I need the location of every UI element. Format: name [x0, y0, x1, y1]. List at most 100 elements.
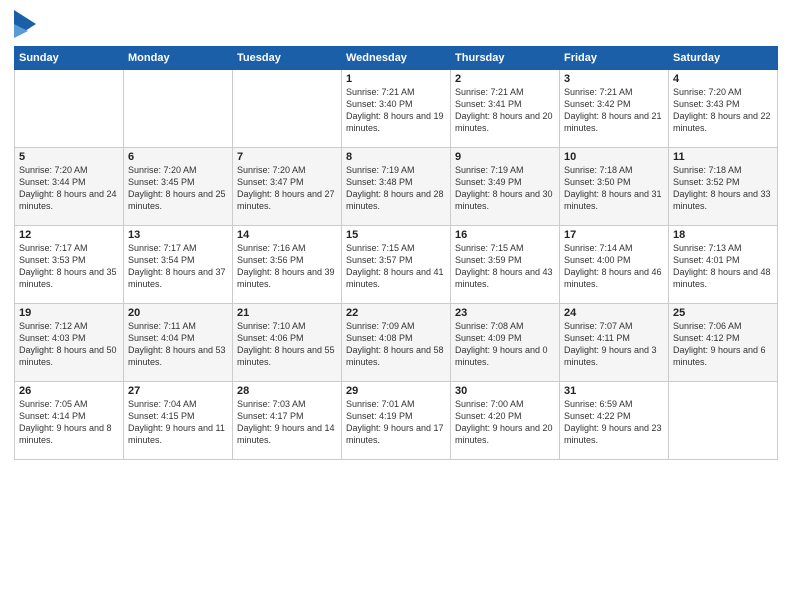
day-info: Sunrise: 7:15 AM Sunset: 3:59 PM Dayligh… [455, 242, 555, 291]
day-cell: 24Sunrise: 7:07 AM Sunset: 4:11 PM Dayli… [560, 304, 669, 382]
header [14, 10, 778, 38]
day-number: 21 [237, 307, 337, 319]
day-cell: 27Sunrise: 7:04 AM Sunset: 4:15 PM Dayli… [124, 382, 233, 460]
day-cell: 31Sunrise: 6:59 AM Sunset: 4:22 PM Dayli… [560, 382, 669, 460]
week-row-2: 5Sunrise: 7:20 AM Sunset: 3:44 PM Daylig… [15, 148, 778, 226]
day-cell: 2Sunrise: 7:21 AM Sunset: 3:41 PM Daylig… [451, 70, 560, 148]
day-cell: 6Sunrise: 7:20 AM Sunset: 3:45 PM Daylig… [124, 148, 233, 226]
week-row-1: 1Sunrise: 7:21 AM Sunset: 3:40 PM Daylig… [15, 70, 778, 148]
day-cell: 22Sunrise: 7:09 AM Sunset: 4:08 PM Dayli… [342, 304, 451, 382]
weekday-header-tuesday: Tuesday [233, 47, 342, 70]
week-row-5: 26Sunrise: 7:05 AM Sunset: 4:14 PM Dayli… [15, 382, 778, 460]
day-info: Sunrise: 7:18 AM Sunset: 3:50 PM Dayligh… [564, 164, 664, 213]
day-info: Sunrise: 7:19 AM Sunset: 3:48 PM Dayligh… [346, 164, 446, 213]
day-info: Sunrise: 7:05 AM Sunset: 4:14 PM Dayligh… [19, 398, 119, 447]
weekday-header-friday: Friday [560, 47, 669, 70]
day-number: 10 [564, 151, 664, 163]
day-info: Sunrise: 7:08 AM Sunset: 4:09 PM Dayligh… [455, 320, 555, 369]
day-cell: 20Sunrise: 7:11 AM Sunset: 4:04 PM Dayli… [124, 304, 233, 382]
day-cell: 15Sunrise: 7:15 AM Sunset: 3:57 PM Dayli… [342, 226, 451, 304]
day-info: Sunrise: 7:01 AM Sunset: 4:19 PM Dayligh… [346, 398, 446, 447]
day-number: 16 [455, 229, 555, 241]
day-info: Sunrise: 6:59 AM Sunset: 4:22 PM Dayligh… [564, 398, 664, 447]
day-cell: 10Sunrise: 7:18 AM Sunset: 3:50 PM Dayli… [560, 148, 669, 226]
day-info: Sunrise: 7:21 AM Sunset: 3:41 PM Dayligh… [455, 86, 555, 135]
day-cell: 17Sunrise: 7:14 AM Sunset: 4:00 PM Dayli… [560, 226, 669, 304]
day-info: Sunrise: 7:03 AM Sunset: 4:17 PM Dayligh… [237, 398, 337, 447]
day-info: Sunrise: 7:19 AM Sunset: 3:49 PM Dayligh… [455, 164, 555, 213]
day-info: Sunrise: 7:21 AM Sunset: 3:42 PM Dayligh… [564, 86, 664, 135]
weekday-header-sunday: Sunday [15, 47, 124, 70]
day-number: 14 [237, 229, 337, 241]
weekday-header-thursday: Thursday [451, 47, 560, 70]
day-info: Sunrise: 7:04 AM Sunset: 4:15 PM Dayligh… [128, 398, 228, 447]
day-info: Sunrise: 7:07 AM Sunset: 4:11 PM Dayligh… [564, 320, 664, 369]
day-info: Sunrise: 7:21 AM Sunset: 3:40 PM Dayligh… [346, 86, 446, 135]
day-cell: 28Sunrise: 7:03 AM Sunset: 4:17 PM Dayli… [233, 382, 342, 460]
day-info: Sunrise: 7:12 AM Sunset: 4:03 PM Dayligh… [19, 320, 119, 369]
day-cell: 9Sunrise: 7:19 AM Sunset: 3:49 PM Daylig… [451, 148, 560, 226]
day-info: Sunrise: 7:20 AM Sunset: 3:45 PM Dayligh… [128, 164, 228, 213]
logo [14, 10, 38, 38]
day-cell: 7Sunrise: 7:20 AM Sunset: 3:47 PM Daylig… [233, 148, 342, 226]
day-info: Sunrise: 7:17 AM Sunset: 3:53 PM Dayligh… [19, 242, 119, 291]
weekday-header-monday: Monday [124, 47, 233, 70]
week-row-3: 12Sunrise: 7:17 AM Sunset: 3:53 PM Dayli… [15, 226, 778, 304]
day-cell: 8Sunrise: 7:19 AM Sunset: 3:48 PM Daylig… [342, 148, 451, 226]
day-number: 3 [564, 73, 664, 85]
day-info: Sunrise: 7:20 AM Sunset: 3:47 PM Dayligh… [237, 164, 337, 213]
day-info: Sunrise: 7:11 AM Sunset: 4:04 PM Dayligh… [128, 320, 228, 369]
day-number: 29 [346, 385, 446, 397]
day-cell: 26Sunrise: 7:05 AM Sunset: 4:14 PM Dayli… [15, 382, 124, 460]
day-number: 28 [237, 385, 337, 397]
day-info: Sunrise: 7:15 AM Sunset: 3:57 PM Dayligh… [346, 242, 446, 291]
calendar: SundayMondayTuesdayWednesdayThursdayFrid… [14, 46, 778, 460]
day-cell: 21Sunrise: 7:10 AM Sunset: 4:06 PM Dayli… [233, 304, 342, 382]
day-cell: 1Sunrise: 7:21 AM Sunset: 3:40 PM Daylig… [342, 70, 451, 148]
day-cell [124, 70, 233, 148]
day-number: 20 [128, 307, 228, 319]
day-info: Sunrise: 7:10 AM Sunset: 4:06 PM Dayligh… [237, 320, 337, 369]
day-cell: 13Sunrise: 7:17 AM Sunset: 3:54 PM Dayli… [124, 226, 233, 304]
weekday-header-saturday: Saturday [669, 47, 778, 70]
day-number: 12 [19, 229, 119, 241]
day-info: Sunrise: 7:17 AM Sunset: 3:54 PM Dayligh… [128, 242, 228, 291]
day-number: 4 [673, 73, 773, 85]
day-number: 26 [19, 385, 119, 397]
day-number: 11 [673, 151, 773, 163]
day-cell: 12Sunrise: 7:17 AM Sunset: 3:53 PM Dayli… [15, 226, 124, 304]
day-number: 1 [346, 73, 446, 85]
day-info: Sunrise: 7:18 AM Sunset: 3:52 PM Dayligh… [673, 164, 773, 213]
day-number: 15 [346, 229, 446, 241]
day-cell: 14Sunrise: 7:16 AM Sunset: 3:56 PM Dayli… [233, 226, 342, 304]
week-row-4: 19Sunrise: 7:12 AM Sunset: 4:03 PM Dayli… [15, 304, 778, 382]
day-cell: 23Sunrise: 7:08 AM Sunset: 4:09 PM Dayli… [451, 304, 560, 382]
day-info: Sunrise: 7:06 AM Sunset: 4:12 PM Dayligh… [673, 320, 773, 369]
day-number: 22 [346, 307, 446, 319]
day-number: 9 [455, 151, 555, 163]
day-number: 31 [564, 385, 664, 397]
weekday-header-row: SundayMondayTuesdayWednesdayThursdayFrid… [15, 47, 778, 70]
day-info: Sunrise: 7:16 AM Sunset: 3:56 PM Dayligh… [237, 242, 337, 291]
day-cell: 25Sunrise: 7:06 AM Sunset: 4:12 PM Dayli… [669, 304, 778, 382]
day-cell: 30Sunrise: 7:00 AM Sunset: 4:20 PM Dayli… [451, 382, 560, 460]
day-info: Sunrise: 7:20 AM Sunset: 3:43 PM Dayligh… [673, 86, 773, 135]
day-cell: 18Sunrise: 7:13 AM Sunset: 4:01 PM Dayli… [669, 226, 778, 304]
day-info: Sunrise: 7:20 AM Sunset: 3:44 PM Dayligh… [19, 164, 119, 213]
day-info: Sunrise: 7:00 AM Sunset: 4:20 PM Dayligh… [455, 398, 555, 447]
logo-icon [14, 10, 36, 38]
day-number: 13 [128, 229, 228, 241]
day-info: Sunrise: 7:14 AM Sunset: 4:00 PM Dayligh… [564, 242, 664, 291]
day-number: 2 [455, 73, 555, 85]
day-number: 27 [128, 385, 228, 397]
day-number: 6 [128, 151, 228, 163]
day-number: 25 [673, 307, 773, 319]
day-number: 17 [564, 229, 664, 241]
day-number: 8 [346, 151, 446, 163]
day-number: 7 [237, 151, 337, 163]
day-number: 19 [19, 307, 119, 319]
weekday-header-wednesday: Wednesday [342, 47, 451, 70]
day-number: 24 [564, 307, 664, 319]
day-cell: 16Sunrise: 7:15 AM Sunset: 3:59 PM Dayli… [451, 226, 560, 304]
day-number: 23 [455, 307, 555, 319]
